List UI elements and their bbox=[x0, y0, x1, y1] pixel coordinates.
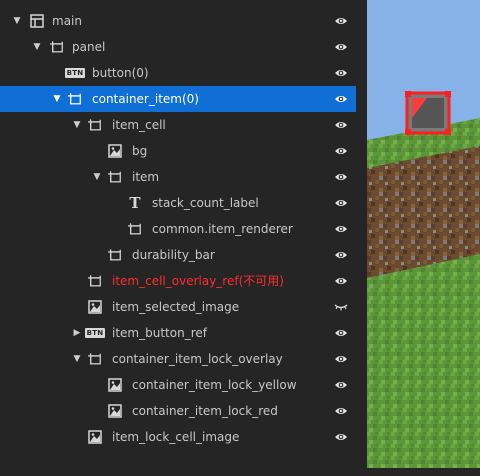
panel-icon bbox=[108, 248, 122, 262]
tree-row[interactable]: bg bbox=[0, 138, 356, 164]
tree-row[interactable]: container_item_lock_red bbox=[0, 398, 356, 424]
expand-arrow-down-icon[interactable]: ▼ bbox=[92, 172, 102, 182]
panel-divider bbox=[356, 0, 367, 468]
eye-icon[interactable] bbox=[334, 144, 348, 158]
text-icon: T bbox=[129, 194, 141, 212]
canvas-icon bbox=[30, 14, 44, 28]
tree-row[interactable]: ▼ panel bbox=[0, 34, 356, 60]
tree-row-label: bg bbox=[132, 144, 148, 158]
tree-row-label: button(0) bbox=[92, 66, 149, 80]
expand-arrow-down-icon[interactable]: ▼ bbox=[12, 16, 22, 26]
eye-icon[interactable] bbox=[334, 92, 348, 106]
eye-closed-icon[interactable] bbox=[334, 300, 348, 314]
tree-row-label: container_item_lock_yellow bbox=[132, 378, 297, 392]
panel-icon bbox=[68, 92, 82, 106]
button-icon: BTN bbox=[64, 68, 86, 78]
minecraft-scene bbox=[367, 0, 480, 468]
eye-icon[interactable] bbox=[334, 404, 348, 418]
panel-icon bbox=[88, 352, 102, 366]
panel-icon bbox=[50, 40, 64, 54]
panel-icon bbox=[108, 170, 122, 184]
eye-icon[interactable] bbox=[334, 378, 348, 392]
tree-row[interactable]: ▶ BTN item_button_ref bbox=[0, 320, 356, 346]
tree-row[interactable]: BTN button(0) bbox=[0, 60, 356, 86]
eye-icon[interactable] bbox=[334, 118, 348, 132]
eye-icon[interactable] bbox=[334, 274, 348, 288]
tree-row-label: item_lock_cell_image bbox=[112, 430, 240, 444]
tree-row[interactable]: item_selected_image bbox=[0, 294, 356, 320]
panel-icon bbox=[128, 222, 142, 236]
tree-row[interactable]: ▼ container_item_lock_overlay bbox=[0, 346, 356, 372]
tree-row[interactable]: ▼ main bbox=[0, 8, 356, 34]
tree-row-label: durability_bar bbox=[132, 248, 215, 262]
tree-row[interactable]: item_cell_overlay_ref(不可用) bbox=[0, 268, 356, 294]
tree-row[interactable]: Tstack_count_label bbox=[0, 190, 356, 216]
hierarchy-panel: ▼ main ▼ panel BTN button(0) ▼ container_item(0… bbox=[0, 0, 356, 476]
tree-row-label: item_button_ref bbox=[112, 326, 207, 340]
tree-row[interactable]: container_item_lock_yellow bbox=[0, 372, 356, 398]
eye-icon[interactable] bbox=[334, 222, 348, 236]
tree-row-label: item_cell bbox=[112, 118, 166, 132]
eye-icon[interactable] bbox=[334, 196, 348, 210]
tree-row[interactable]: common.item_renderer bbox=[0, 216, 356, 242]
image-icon bbox=[108, 378, 122, 392]
eye-icon[interactable] bbox=[334, 430, 348, 444]
image-icon bbox=[108, 404, 122, 418]
tree-row-label: main bbox=[52, 14, 82, 28]
tree-row-label: container_item_lock_red bbox=[132, 404, 278, 418]
tree-row-label: panel bbox=[72, 40, 106, 54]
eye-icon[interactable] bbox=[334, 352, 348, 366]
image-icon bbox=[108, 144, 122, 158]
expand-arrow-down-icon[interactable]: ▼ bbox=[72, 120, 82, 130]
tree-row-label: item bbox=[132, 170, 160, 184]
tree-row[interactable]: ▼ item_cell bbox=[0, 112, 356, 138]
expand-arrow-down-icon[interactable]: ▼ bbox=[72, 354, 82, 364]
expand-arrow-right-icon[interactable]: ▶ bbox=[72, 328, 82, 338]
expand-arrow-down-icon[interactable]: ▼ bbox=[32, 42, 42, 52]
button-icon: BTN bbox=[84, 328, 106, 338]
tree-row-label: stack_count_label bbox=[152, 196, 259, 210]
eye-icon[interactable] bbox=[334, 40, 348, 54]
tree-row[interactable]: item_lock_cell_image bbox=[0, 424, 356, 450]
tree-row[interactable]: durability_bar bbox=[0, 242, 356, 268]
image-icon bbox=[88, 430, 102, 444]
tree-row-label: container_item_lock_overlay bbox=[112, 352, 283, 366]
eye-icon[interactable] bbox=[334, 170, 348, 184]
tree-row[interactable]: ▼ container_item(0) bbox=[0, 86, 356, 112]
tree-row-label: item_selected_image bbox=[112, 300, 240, 314]
eye-icon[interactable] bbox=[334, 14, 348, 28]
selected-cell-preview bbox=[405, 91, 451, 135]
game-preview bbox=[367, 0, 480, 468]
image-icon bbox=[88, 300, 102, 314]
eye-icon[interactable] bbox=[334, 248, 348, 262]
tree-row-label: item_cell_overlay_ref(不可用) bbox=[112, 274, 284, 288]
tree-row-label: container_item(0) bbox=[92, 92, 199, 106]
expand-arrow-down-icon[interactable]: ▼ bbox=[52, 94, 62, 104]
eye-icon[interactable] bbox=[334, 326, 348, 340]
panel-icon bbox=[88, 118, 102, 132]
eye-icon[interactable] bbox=[334, 66, 348, 80]
panel-icon bbox=[88, 274, 102, 288]
tree-row[interactable]: ▼ item bbox=[0, 164, 356, 190]
tree-row-label: common.item_renderer bbox=[152, 222, 293, 236]
